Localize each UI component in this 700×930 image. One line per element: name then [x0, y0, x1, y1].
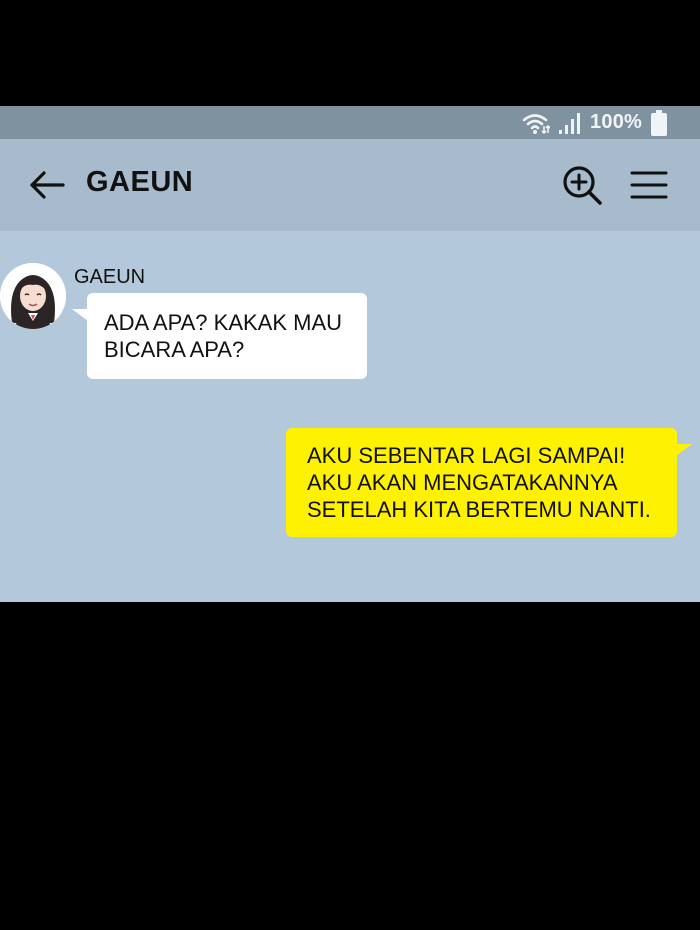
menu-icon[interactable]: [630, 169, 668, 201]
message-line: AKU SEBENTAR LAGI SAMPAI!: [307, 443, 626, 468]
search-zoom-icon[interactable]: [562, 165, 604, 207]
message-line: ADA APA? KAKAK MAU: [104, 310, 343, 335]
gaeun-avatar-illustration: [0, 263, 66, 329]
message-line: BICARA APA?: [104, 337, 245, 362]
chat-header: GAEUN: [0, 139, 700, 231]
signal-icon: [559, 112, 581, 134]
status-bar: 100%: [0, 106, 700, 139]
chat-screen: 100% GAEUN GAEUN ADA APA? KAKAK MAU BICA…: [0, 106, 700, 602]
incoming-message-bubble[interactable]: ADA APA? KAKAK MAU BICARA APA?: [72, 293, 367, 379]
battery-percentage: 100%: [590, 111, 642, 133]
message-line: SETELAH KITA BERTEMU NANTI.: [307, 497, 651, 522]
battery-icon: [651, 109, 667, 136]
comic-panel: 100% GAEUN GAEUN ADA APA? KAKAK MAU BICA…: [0, 0, 700, 930]
outgoing-message-bubble[interactable]: AKU SEBENTAR LAGI SAMPAI! AKU AKAN MENGA…: [286, 428, 692, 537]
status-icons: 100%: [522, 106, 668, 139]
avatar[interactable]: [0, 263, 66, 329]
sender-name: GAEUN: [74, 266, 146, 288]
back-arrow-icon[interactable]: [28, 169, 66, 201]
message-line: AKU AKAN MENGATAKANNYA: [307, 470, 618, 495]
wifi-icon: [522, 113, 551, 134]
chat-title: GAEUN: [86, 166, 194, 198]
